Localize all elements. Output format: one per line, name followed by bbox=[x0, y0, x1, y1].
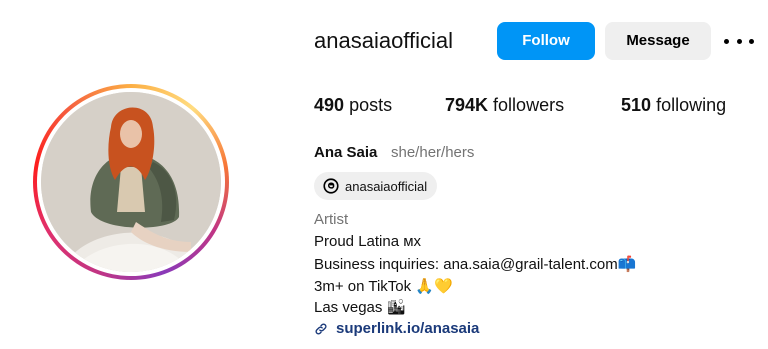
avatar-story-ring[interactable] bbox=[33, 84, 229, 280]
follow-button[interactable]: Follow bbox=[497, 22, 595, 60]
bio-line-4: Las vegas 🏙 bbox=[314, 298, 406, 316]
followers-stat[interactable]: 794K followers bbox=[445, 95, 564, 116]
threads-badge[interactable]: anasaiaofficial bbox=[314, 172, 438, 200]
followers-label: followers bbox=[493, 95, 565, 115]
bio-text: Las vegas bbox=[314, 299, 383, 316]
bio-text: Business inquiries: ana.saia@grail-talen… bbox=[314, 256, 618, 273]
profile-link[interactable]: superlink.io/anasaia bbox=[314, 320, 479, 337]
avatar[interactable] bbox=[41, 92, 221, 272]
more-dot bbox=[724, 38, 729, 44]
more-options-icon[interactable] bbox=[724, 30, 754, 52]
followers-count: 794K bbox=[445, 95, 489, 115]
following-label: following bbox=[656, 95, 727, 115]
threads-icon bbox=[323, 178, 339, 194]
more-dot bbox=[736, 38, 742, 44]
following-count: 510 bbox=[621, 95, 652, 115]
avatar-photo bbox=[41, 92, 221, 272]
link-icon bbox=[315, 323, 327, 334]
more-dot bbox=[749, 38, 754, 44]
threads-handle: anasaiaofficial bbox=[345, 178, 428, 194]
posts-count: 490 bbox=[314, 95, 345, 115]
profile-link-text: superlink.io/anasaia bbox=[336, 320, 480, 337]
following-stat[interactable]: 510 following bbox=[621, 95, 726, 116]
message-button[interactable]: Message bbox=[605, 22, 711, 60]
bio-line-2: Business inquiries: ana.saia@grail-talen… bbox=[314, 255, 636, 273]
bio-text: Proud Latina ᴍx bbox=[314, 233, 422, 250]
cityscape-emoji: 🏙 bbox=[386, 298, 406, 316]
folded-hands-emoji: 🙏 bbox=[415, 277, 434, 295]
posts-stat: 490 posts bbox=[314, 95, 392, 116]
profile-category: Artist bbox=[314, 211, 349, 228]
bio-text: 3m+ on TikTok bbox=[314, 278, 412, 295]
username: anasaiaofficial bbox=[314, 28, 454, 53]
display-name: Ana Saia bbox=[314, 144, 378, 161]
bio-line-3: 3m+ on TikTok 🙏💛 bbox=[314, 277, 453, 295]
yellow-heart-emoji: 💛 bbox=[434, 277, 453, 295]
bio-line-1: Proud Latina ᴍx bbox=[314, 233, 421, 250]
mailbox-emoji: 📫 bbox=[617, 255, 637, 273]
posts-label: posts bbox=[349, 95, 393, 115]
pronouns: she/her/hers bbox=[391, 144, 475, 161]
